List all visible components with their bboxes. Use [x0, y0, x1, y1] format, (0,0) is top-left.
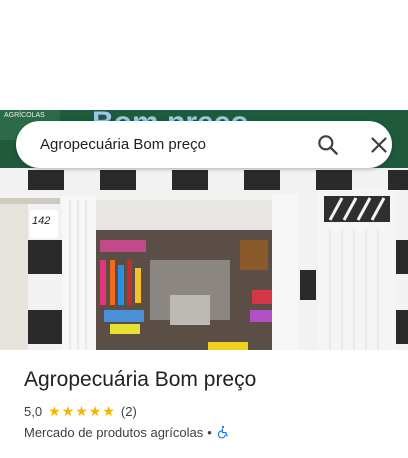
- category-row: Mercado de produtos agrícolas •: [24, 424, 230, 440]
- search-input[interactable]: [40, 134, 290, 154]
- wheelchair-icon: [216, 425, 230, 439]
- star-icon: ★: [48, 403, 61, 419]
- review-count[interactable]: (2): [121, 404, 137, 419]
- place-category: Mercado de produtos agrícolas: [24, 424, 204, 440]
- right-door: [272, 194, 298, 350]
- left-door: [62, 196, 96, 350]
- rating-value: 5,0: [24, 403, 43, 419]
- star-icon: ★: [61, 403, 75, 419]
- rating-row[interactable]: 5,0 ★ ★ ★ ★ ★ (2): [24, 403, 137, 419]
- search-icon[interactable]: [315, 132, 341, 158]
- separator: •: [207, 424, 212, 440]
- search-bar[interactable]: [16, 121, 392, 168]
- star-icon: ★: [102, 403, 115, 419]
- place-title: Agropecuária Bom preço: [24, 368, 257, 391]
- house-number: 142: [32, 215, 50, 227]
- star-icon: ★: [88, 403, 102, 419]
- place-info-panel: Agropecuária Bom preço 5,0 ★ ★ ★ ★ ★ (2) Mer…: [0, 350, 408, 458]
- sign-small-text: AGRÍCOLAS: [4, 110, 45, 119]
- star-icon: ★: [75, 403, 88, 419]
- close-icon[interactable]: [366, 132, 392, 158]
- rating-stars: ★ ★ ★ ★ ★: [48, 404, 116, 418]
